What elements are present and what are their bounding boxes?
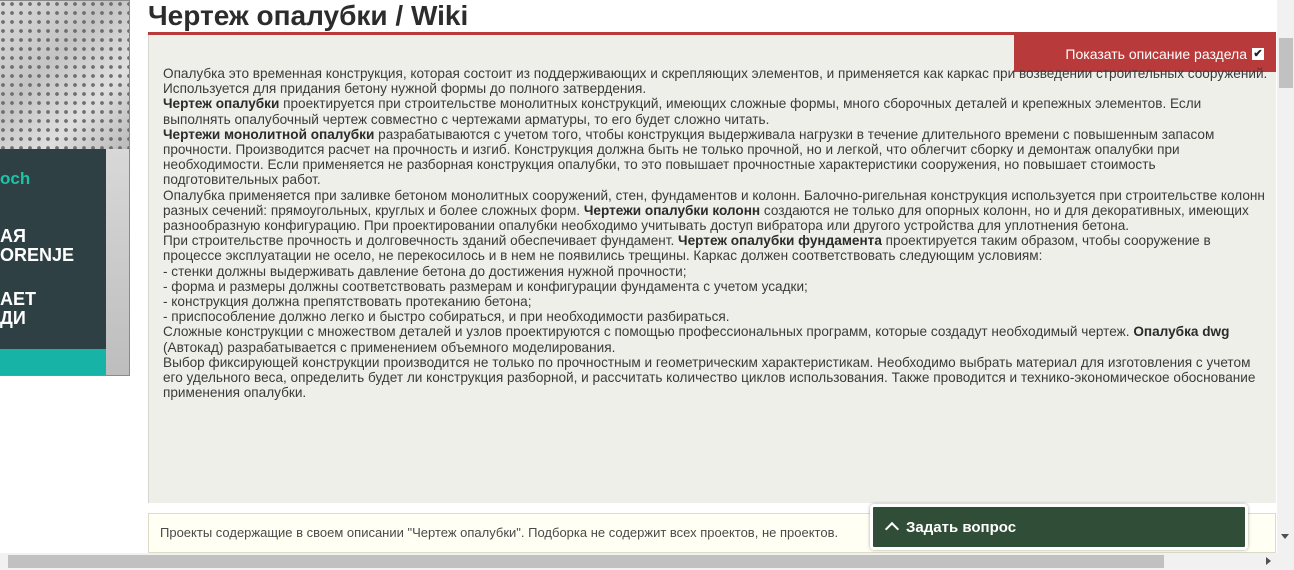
scroll-down-arrow-icon[interactable] bbox=[1281, 534, 1289, 539]
desc-paragraph-6: Сложные конструкции с множеством деталей… bbox=[163, 324, 1230, 355]
desc-term: Опалубка dwg bbox=[1133, 324, 1230, 340]
banner-accent-strip bbox=[0, 349, 106, 375]
banner-image bbox=[0, 1, 129, 149]
desc-paragraph-3: Чертежи монолитной опалубки разрабатываю… bbox=[163, 126, 1215, 188]
vertical-scrollbar-thumb[interactable] bbox=[1279, 38, 1293, 88]
desc-paragraph-2: Чертеж опалубки проектируется при строит… bbox=[163, 96, 1202, 127]
page-title: Чертеж опалубки / Wiki bbox=[148, 0, 469, 31]
desc-paragraph-4: Опалубка применяется при заливке бетоном… bbox=[163, 187, 1265, 234]
desc-term: Чертеж опалубки фундамента bbox=[678, 233, 882, 249]
desc-paragraph-7: Выбор фиксирующей конструкции производит… bbox=[163, 354, 1256, 401]
desc-paragraph-5: При строительстве прочность и долговечно… bbox=[163, 233, 1211, 264]
condition-item: - конструкция должна препятствовать прот… bbox=[163, 294, 532, 310]
show-description-label: Показать описание раздела bbox=[1065, 45, 1247, 62]
banner-brand: och bbox=[0, 169, 31, 188]
show-description-checkbox[interactable]: ✔ bbox=[1252, 47, 1264, 60]
chevron-up-icon bbox=[884, 521, 900, 537]
scroll-right-arrow-icon[interactable] bbox=[1266, 557, 1271, 565]
desc-paragraph-1: Опалубка это временная конструкция, кото… bbox=[163, 66, 1268, 97]
desc-term: Чертежи монолитной опалубки bbox=[163, 126, 375, 142]
condition-item: - приспособление должно легко и быстро с… bbox=[163, 309, 730, 325]
banner-image-edge bbox=[106, 149, 129, 375]
ask-question-button[interactable]: Задать вопрос bbox=[870, 504, 1248, 550]
ask-question-label: Задать вопрос bbox=[906, 518, 1017, 536]
banner-headline-1: АЯ ORENJE bbox=[0, 226, 75, 265]
banner-headline-2: АЕТ ДИ bbox=[0, 289, 36, 328]
condition-item: - стенки должны выдерживать давление бет… bbox=[163, 263, 687, 279]
desc-term: Чертежи опалубки колонн bbox=[583, 202, 761, 218]
condition-item: - форма и размеры должны соответствовать… bbox=[163, 278, 808, 294]
desc-term: Чертеж опалубки bbox=[163, 96, 280, 112]
description-text: Опалубка это временная конструкция, кото… bbox=[163, 66, 1271, 400]
section-description: Показать описание раздела ✔ Опалубка это… bbox=[148, 35, 1276, 503]
horizontal-scrollbar-thumb[interactable] bbox=[8, 555, 1164, 568]
ad-banner[interactable]: och АЯ ORENJE АЕТ ДИ bbox=[0, 0, 130, 376]
